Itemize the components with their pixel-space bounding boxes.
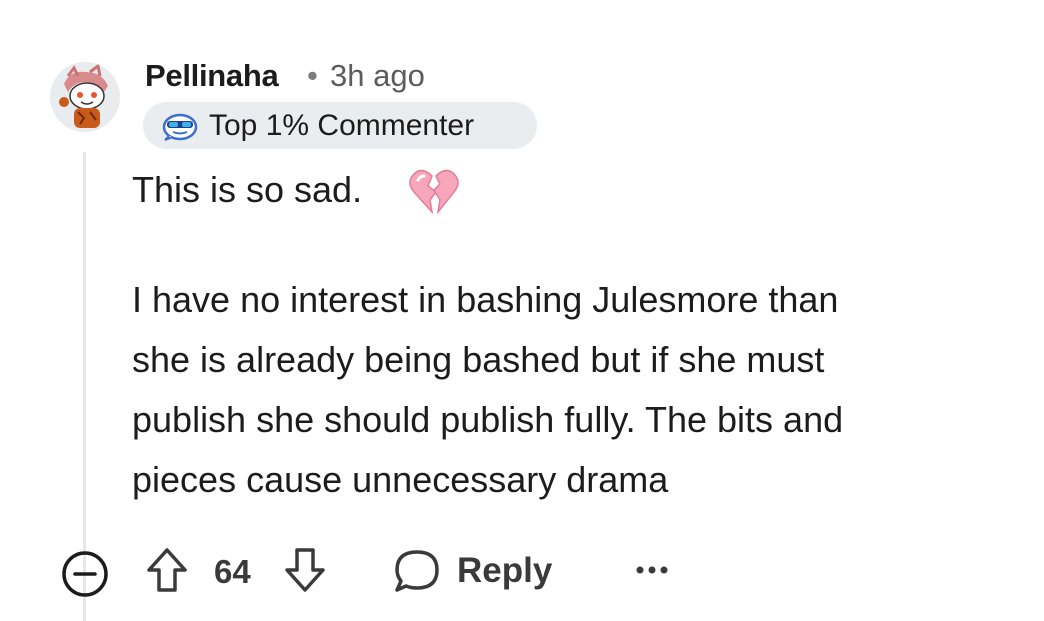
flair-label: Top 1% Commenter (209, 108, 475, 142)
more-options-icon[interactable] (632, 560, 672, 580)
timestamp: 3h ago (330, 58, 425, 93)
comment-paragraph-line-2: she is already being bashed but if she m… (132, 339, 825, 380)
comment-paragraph-line-1: I have no interest in bashing Julesmore … (132, 279, 839, 320)
comment-paragraph-line-3: publish she should publish fully. The bi… (132, 399, 844, 440)
collapse-icon[interactable] (60, 549, 110, 599)
comment-first-line: This is so sad. (132, 169, 363, 210)
downvote-icon[interactable] (283, 546, 327, 594)
broken-heart-icon (408, 166, 460, 215)
separator-dot: • (307, 58, 318, 93)
comment-paragraph-line-4: pieces cause unnecessary drama (132, 459, 669, 500)
username[interactable]: Pellinaha (145, 58, 279, 94)
avatar[interactable] (50, 62, 120, 132)
reply-button[interactable]: Reply (393, 543, 563, 599)
sunglasses-commenter-icon (161, 110, 199, 142)
avatar-image (50, 62, 120, 132)
upvote-icon[interactable] (145, 546, 189, 594)
user-flair[interactable]: Top 1% Commenter (143, 102, 537, 149)
reply-label: Reply (457, 551, 553, 590)
comment-bubble-icon (393, 548, 441, 594)
vote-count: 64 (214, 553, 251, 590)
